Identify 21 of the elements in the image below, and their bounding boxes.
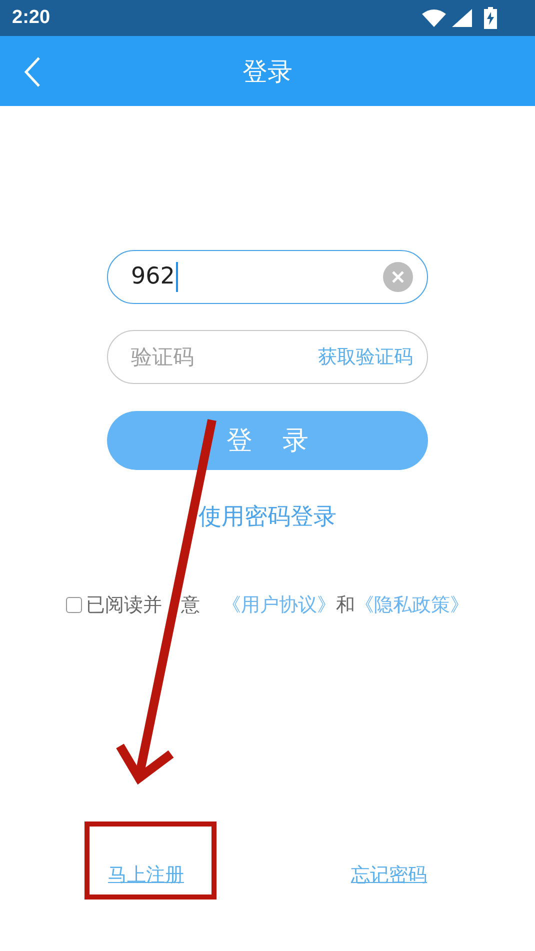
password-login-link[interactable]: 使用密码登录 — [198, 501, 336, 532]
login-button[interactable]: 登 录 — [107, 411, 428, 470]
page-title: 登录 — [242, 56, 292, 88]
forgot-password-link[interactable]: 忘记密码 — [351, 862, 427, 888]
clear-icon[interactable] — [383, 262, 413, 292]
register-link[interactable]: 马上注册 — [108, 862, 184, 888]
agreement-text: 意 — [181, 593, 200, 618]
agreement-checkbox[interactable] — [66, 597, 82, 613]
back-icon[interactable] — [24, 57, 40, 87]
phone-field[interactable]: 962 — [107, 250, 428, 304]
battery-icon — [484, 7, 497, 29]
code-field[interactable]: 验证码 获取验证码 — [107, 330, 428, 384]
user-agreement-link[interactable]: 《用户协议》 — [222, 592, 336, 618]
get-code-link[interactable]: 获取验证码 — [318, 344, 413, 370]
privacy-policy-link[interactable]: 《隐私政策》 — [355, 592, 469, 618]
wifi-icon — [422, 9, 446, 27]
signal-icon — [452, 9, 472, 27]
phone-value: 962 — [131, 263, 175, 290]
agreement-text: 已阅读并 — [86, 593, 162, 618]
status-time: 2:20 — [12, 7, 52, 29]
conjunction-text: 和 — [336, 593, 355, 618]
